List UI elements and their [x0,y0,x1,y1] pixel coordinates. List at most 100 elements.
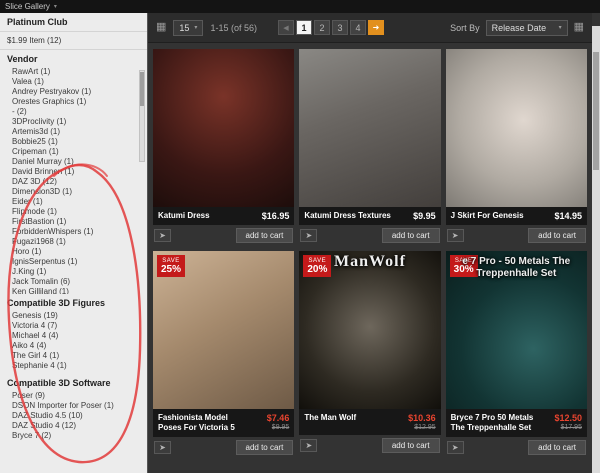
vendor-filter-item[interactable]: Fugazi1968 (1) [12,237,143,247]
vendor-filter-item[interactable]: David Brinnen (1) [12,167,143,177]
vendor-filter-item[interactable]: Ken Gilliland (1) [12,287,143,294]
vendor-filter-item[interactable]: Valea (1) [12,77,143,87]
product-card: Katumi Dress $16.95 ➤ add to cart [153,49,295,243]
product-actions: ➤ add to cart [299,225,440,243]
product-price: $14.95 [554,211,582,221]
vendor-filter-item[interactable]: IgnisSerpentus (1) [12,257,143,267]
software-list: Poser (9) DSON Importer for Poser (1) DAZ … [0,390,147,444]
software-section-header: Compatible 3D Software [7,378,111,388]
vendor-filter-item[interactable]: Horo (1) [12,247,143,257]
vendor-filter-item[interactable]: Dimension3D (1) [12,187,143,197]
results-range-text: 1-15 (of 56) [210,22,257,33]
vendor-filter-item[interactable]: Flipmode (1) [12,207,143,217]
vendor-filter-item[interactable]: Jack Tomalin (6) [12,277,143,287]
price-filter-item[interactable]: $1.99 Item (12) [0,32,147,50]
figure-filter-item[interactable]: Genesis (19) [12,311,143,321]
product-price-box: $12.50 $17.95 [554,413,582,431]
figures-section-header: Compatible 3D Figures [7,298,106,308]
wishlist-arrow-icon[interactable]: ➤ [446,229,464,242]
thumbnail-overlay-text: e 7 Pro - 50 Metals The Treppenhalle Set [462,256,571,279]
grid-view-icon[interactable]: ▦ [156,22,166,33]
vendor-filter-item[interactable]: 3DProclivity (1) [12,117,143,127]
sale-badge: SAVE 25% [157,255,186,277]
product-title-bar: J Skirt For Genesis $14.95 [445,207,587,225]
product-title[interactable]: J Skirt For Genesis [451,211,524,221]
figure-filter-item[interactable]: The Girl 4 (1) [12,351,143,361]
product-thumbnail[interactable] [445,49,587,207]
figure-filter-item[interactable]: Victoria 4 (7) [12,321,143,331]
filter-sidebar: Platinum Club $1.99 Item (12) Vendor Raw… [0,13,148,473]
product-actions: ➤ add to cart [153,437,294,455]
results-toolbar: ▦ 15 ▾ 1-15 (of 56) ◀ 1234 ➜ Sort By Rel [148,13,592,43]
wishlist-arrow-icon[interactable]: ➤ [154,229,171,242]
product-thumbnail[interactable]: SAVE 30% e 7 Pro - 50 Metals The Treppen… [445,251,587,409]
vendor-filter-item[interactable]: Daniel Murray (1) [12,157,143,167]
vendor-scrollbar-thumb[interactable] [140,72,144,106]
add-to-cart-button[interactable]: add to cart [528,228,586,243]
vendor-filter-item[interactable]: Eider (1) [12,197,143,207]
page-number-button[interactable]: 4 [349,20,366,35]
vendor-filter-item[interactable]: Bobbie25 (1) [12,137,143,147]
product-title[interactable]: Katumi Dress [158,211,210,221]
page-number-button[interactable]: 2 [313,20,330,35]
vendor-filter-item[interactable]: Cripeman (1) [12,147,143,157]
product-original-price: $17.95 [560,424,582,431]
platinum-club-filter[interactable]: Platinum Club [0,13,147,32]
wishlist-arrow-icon[interactable]: ➤ [300,229,318,242]
product-price-box: $7.46 $9.95 [267,413,290,431]
product-title[interactable]: Katumi Dress Textures [304,211,391,221]
vendor-filter-item[interactable]: RawArt (1) [12,67,143,77]
per-page-value: 15 [179,22,190,33]
page-scrollbar-thumb[interactable] [593,52,599,170]
chevron-down-icon: ▾ [194,25,198,31]
add-to-cart-button[interactable]: add to cart [235,228,294,243]
page-number-button[interactable]: 1 [295,20,312,35]
vendor-filter-item[interactable]: FirstBastion (1) [12,217,143,227]
page-scrollbar[interactable] [592,26,600,473]
vendor-filter-item[interactable]: ForbiddenWhispers (1) [12,227,143,237]
next-page-button[interactable]: ➜ [367,20,384,35]
software-filter-item[interactable]: Poser (9) [12,391,143,401]
software-filter-item[interactable]: DAZ Studio 4.5 (10) [12,411,143,421]
product-price: $9.95 [413,211,436,221]
product-card: SAVE 30% e 7 Pro - 50 Metals The Treppen… [445,251,587,455]
vendor-list-scrollbar[interactable] [139,70,145,162]
layout-toggle-icon[interactable]: ▦ [574,22,584,33]
product-thumbnail[interactable] [299,49,441,207]
product-title[interactable]: Fashionista Model Poses For Victoria 5 [158,413,253,433]
product-thumbnail[interactable]: SAVE 25% [153,251,295,409]
chevron-down-icon[interactable]: ▾ [54,3,57,10]
product-price: $12.50 [554,413,582,423]
page-number-button[interactable]: 3 [331,20,348,35]
product-title-bar: Katumi Dress Textures $9.95 [299,207,441,225]
vendor-filter-item[interactable]: Andrey Pestryakov (1) [12,87,143,97]
vendor-filter-item[interactable]: - (2) [12,107,143,117]
product-title[interactable]: Bryce 7 Pro 50 Metals The Treppenhalle S… [451,413,546,433]
wishlist-arrow-icon[interactable]: ➤ [154,441,171,454]
add-to-cart-button[interactable]: add to cart [381,228,440,243]
product-thumbnail[interactable] [153,49,295,207]
vendor-filter-item[interactable]: DAZ 3D (12) [12,177,143,187]
wishlist-arrow-icon[interactable]: ➤ [300,439,318,452]
add-to-cart-button[interactable]: add to cart [528,440,586,455]
figure-filter-item[interactable]: Aiko 4 (4) [12,341,143,351]
wishlist-arrow-icon[interactable]: ➤ [446,441,464,454]
sort-by-label: Sort By [450,22,480,33]
prev-page-button[interactable]: ◀ [277,20,294,35]
figure-filter-item[interactable]: Stephanie 4 (1) [12,361,143,371]
product-title[interactable]: The Man Wolf [304,413,356,423]
add-to-cart-button[interactable]: add to cart [235,440,294,455]
vendor-filter-item[interactable]: Artemis3d (1) [12,127,143,137]
software-filter-item[interactable]: Bryce 7 (2) [12,431,143,441]
add-to-cart-button[interactable]: add to cart [381,438,440,453]
vendor-filter-item[interactable]: J.King (1) [12,267,143,277]
vendor-filter-item[interactable]: Orestes Graphics (1) [12,97,143,107]
figure-filter-item[interactable]: Michael 4 (4) [12,331,143,341]
product-thumbnail[interactable]: SAVE 20% ManWolf [299,251,441,409]
sort-select[interactable]: Release Date ▾ [485,19,568,36]
software-filter-item[interactable]: DAZ Studio 4 (12) [12,421,143,431]
vendor-list-container: RawArt (1) Valea (1) Andrey Pestryakov (1)… [0,66,147,294]
software-filter-item[interactable]: DSON Importer for Poser (1) [12,401,143,411]
per-page-select[interactable]: 15 ▾ [173,19,204,36]
vendor-list: RawArt (1) Valea (1) Andrey Pestryakov (1)… [0,66,147,294]
